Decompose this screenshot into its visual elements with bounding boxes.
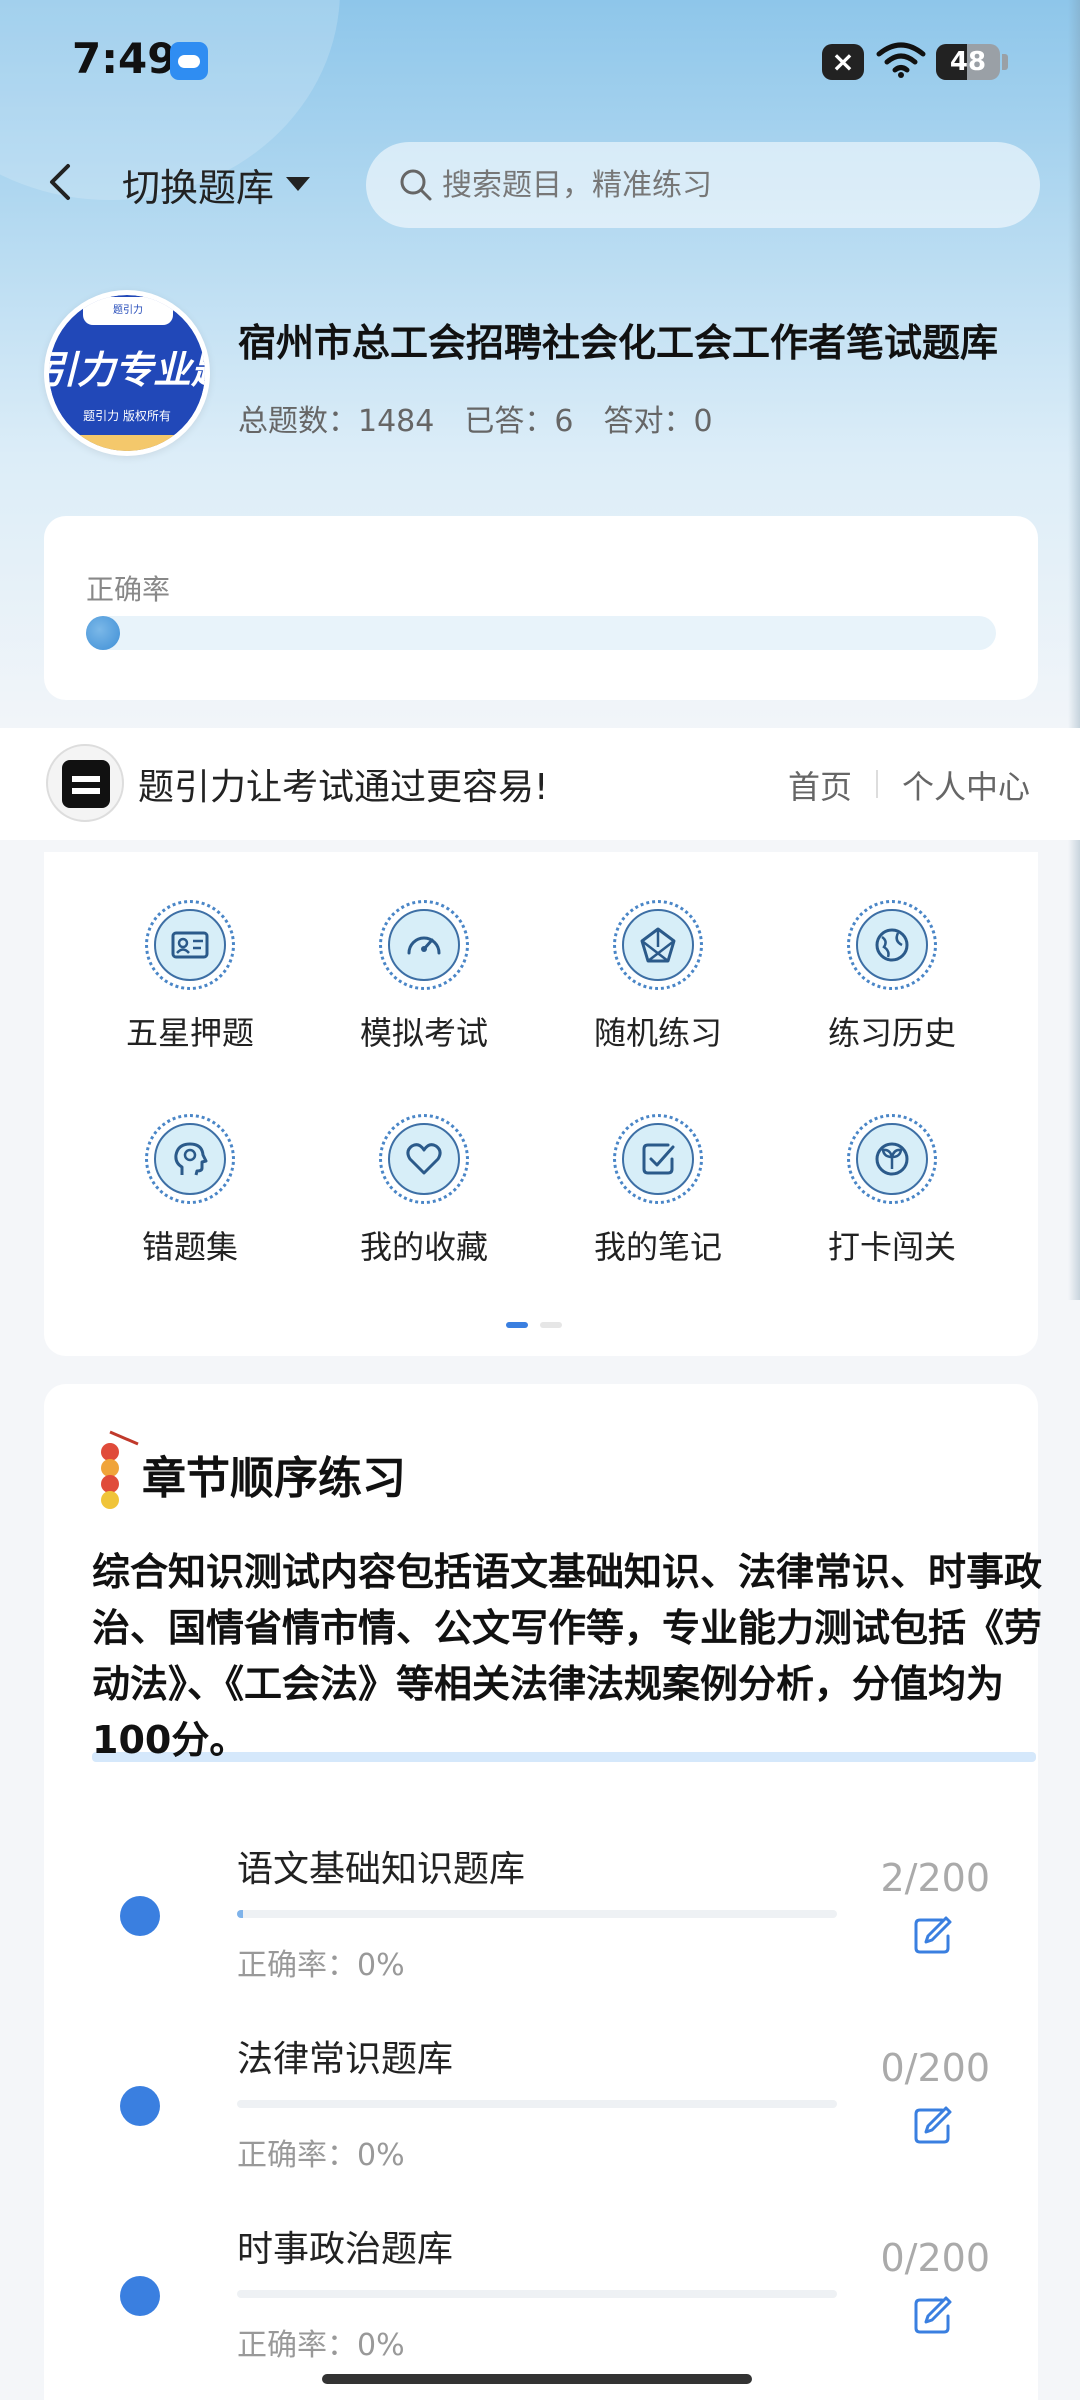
chapter-item[interactable]: 时事政治题库 正确率：0% 0/200 bbox=[44, 2204, 1038, 2394]
chapter-progress-bar bbox=[237, 2100, 837, 2108]
edit-icon[interactable] bbox=[910, 2294, 954, 2338]
battery-icon: 48 bbox=[936, 44, 1000, 80]
chapter-accuracy: 正确率：0% bbox=[237, 2138, 405, 2173]
chapter-title: 章节顺序练习 bbox=[142, 1453, 406, 1504]
func-notes[interactable]: 我的笔记 bbox=[558, 1114, 758, 1268]
accuracy-progress-knob bbox=[86, 616, 120, 650]
note-check-icon bbox=[642, 1143, 675, 1175]
chapter-dot bbox=[120, 2086, 160, 2126]
battery-tip bbox=[1002, 54, 1008, 70]
page-dot-active bbox=[506, 1322, 528, 1328]
weather-icon bbox=[170, 42, 208, 80]
chapter-name: 语文基础知识题库 bbox=[237, 1849, 526, 1890]
stat-correct: 答对：0 bbox=[603, 404, 713, 439]
func-five-star[interactable]: 五星押题 bbox=[90, 900, 290, 1054]
search-bar[interactable] bbox=[366, 142, 1040, 228]
home-link[interactable]: 首页 bbox=[788, 762, 852, 808]
brand-banner: 题引力让考试通过更容易! 首页 个人中心 bbox=[0, 728, 1080, 840]
chapter-practice-section: 章节顺序练习 综合知识测试内容包括语文基础知识、法律常识、时事政治、国情省情市情… bbox=[44, 1384, 1042, 2400]
chapter-progress-count: 2/200 bbox=[880, 1856, 990, 1900]
chapter-progress-bar bbox=[237, 2290, 837, 2298]
bank-logo-text: 引力专业题 bbox=[44, 348, 205, 392]
chapter-dot bbox=[120, 1896, 160, 1936]
leaf-icon bbox=[875, 1142, 909, 1176]
search-input[interactable] bbox=[442, 167, 1002, 203]
chapter-dot bbox=[120, 2276, 160, 2316]
func-checkin[interactable]: 打卡闯关 bbox=[792, 1114, 992, 1268]
firecracker-icon bbox=[101, 1430, 139, 1509]
notification-icon: × bbox=[822, 44, 864, 80]
back-arrow-icon[interactable] bbox=[40, 160, 84, 204]
head-icon bbox=[174, 1142, 208, 1176]
func-label: 练习历史 bbox=[827, 1014, 956, 1052]
speedometer-icon bbox=[407, 936, 441, 955]
brand-slogan: 题引力让考试通过更容易! bbox=[138, 767, 549, 808]
bank-title: 宿州市总工会招聘社会化工会工作者笔试题库 bbox=[238, 321, 999, 365]
chapter-progress-bar bbox=[237, 1910, 837, 1918]
chapter-name: 时事政治题库 bbox=[237, 2229, 454, 2270]
id-card-icon bbox=[171, 931, 209, 959]
chapter-item[interactable]: 语文基础知识题库 正确率：0% 2/200 bbox=[44, 1824, 1038, 2014]
page-indicator bbox=[506, 1322, 562, 1328]
bank-logo: 题引力 引力专业题 题引力 版权所有 bbox=[44, 290, 210, 456]
func-label: 打卡闯关 bbox=[827, 1228, 956, 1266]
heart-icon bbox=[406, 1143, 442, 1175]
func-label: 我的收藏 bbox=[359, 1228, 488, 1266]
globe-icon bbox=[875, 928, 909, 962]
chapter-description: 综合知识测试内容包括语文基础知识、法律常识、时事政治、国情省情市情、公文写作等，… bbox=[92, 1550, 1043, 1762]
chapter-progress-count: 0/200 bbox=[880, 2046, 990, 2090]
search-icon bbox=[400, 169, 432, 201]
chapter-progress-count: 0/200 bbox=[880, 2236, 990, 2280]
func-label: 随机练习 bbox=[593, 1014, 722, 1052]
accuracy-label: 正确率 bbox=[86, 573, 171, 606]
status-time: 7:49 bbox=[72, 34, 177, 83]
brand-logo bbox=[46, 744, 124, 822]
stat-answered: 已答：6 bbox=[464, 404, 574, 439]
edit-icon[interactable] bbox=[910, 1914, 954, 1958]
network-icon bbox=[640, 927, 676, 963]
link-divider bbox=[876, 770, 878, 798]
accuracy-card: 正确率 bbox=[44, 516, 1038, 700]
func-label: 错题集 bbox=[141, 1228, 238, 1266]
func-label: 五星押题 bbox=[125, 1014, 254, 1052]
func-wrong-set[interactable]: 错题集 bbox=[90, 1114, 290, 1268]
caret-down-icon bbox=[286, 177, 311, 191]
func-random-practice[interactable]: 随机练习 bbox=[558, 900, 758, 1054]
profile-link[interactable]: 个人中心 bbox=[902, 762, 1030, 808]
func-mock-exam[interactable]: 模拟考试 bbox=[324, 900, 524, 1054]
bank-logo-badge: 题引力 bbox=[83, 297, 173, 325]
func-label: 我的笔记 bbox=[593, 1228, 722, 1266]
wifi-icon bbox=[876, 42, 926, 78]
stat-total: 总题数：1484 bbox=[238, 404, 435, 439]
func-label: 模拟考试 bbox=[359, 1014, 488, 1052]
edit-icon[interactable] bbox=[910, 2104, 954, 2148]
switch-bank-button[interactable]: 切换题库 bbox=[122, 156, 311, 212]
scroll-edge-shadow bbox=[1068, 0, 1080, 1300]
chapter-accuracy: 正确率：0% bbox=[237, 1948, 405, 1983]
battery-level: 48 bbox=[949, 47, 987, 77]
bank-logo-copyright: 题引力 版权所有 bbox=[83, 409, 171, 423]
switch-bank-label: 切换题库 bbox=[122, 165, 275, 210]
accuracy-progress-track bbox=[86, 616, 996, 650]
func-favorites[interactable]: 我的收藏 bbox=[324, 1114, 524, 1268]
chapter-accuracy: 正确率：0% bbox=[237, 2328, 405, 2363]
home-indicator[interactable] bbox=[322, 2374, 752, 2384]
bank-stats: 总题数：1484 已答：6 答对：0 bbox=[238, 396, 713, 440]
page-dot bbox=[540, 1322, 562, 1328]
function-grid: 五星押题 模拟考试 随机练习 练习历史 错题集 我的收藏 我的笔记 打卡闯关 bbox=[44, 852, 1038, 1356]
chapter-item[interactable]: 法律常识题库 正确率：0% 0/200 bbox=[44, 2014, 1038, 2204]
chapter-name: 法律常识题库 bbox=[237, 2039, 454, 2080]
status-bar: 7:49 × 48 bbox=[0, 0, 1080, 130]
func-history[interactable]: 练习历史 bbox=[792, 900, 992, 1054]
